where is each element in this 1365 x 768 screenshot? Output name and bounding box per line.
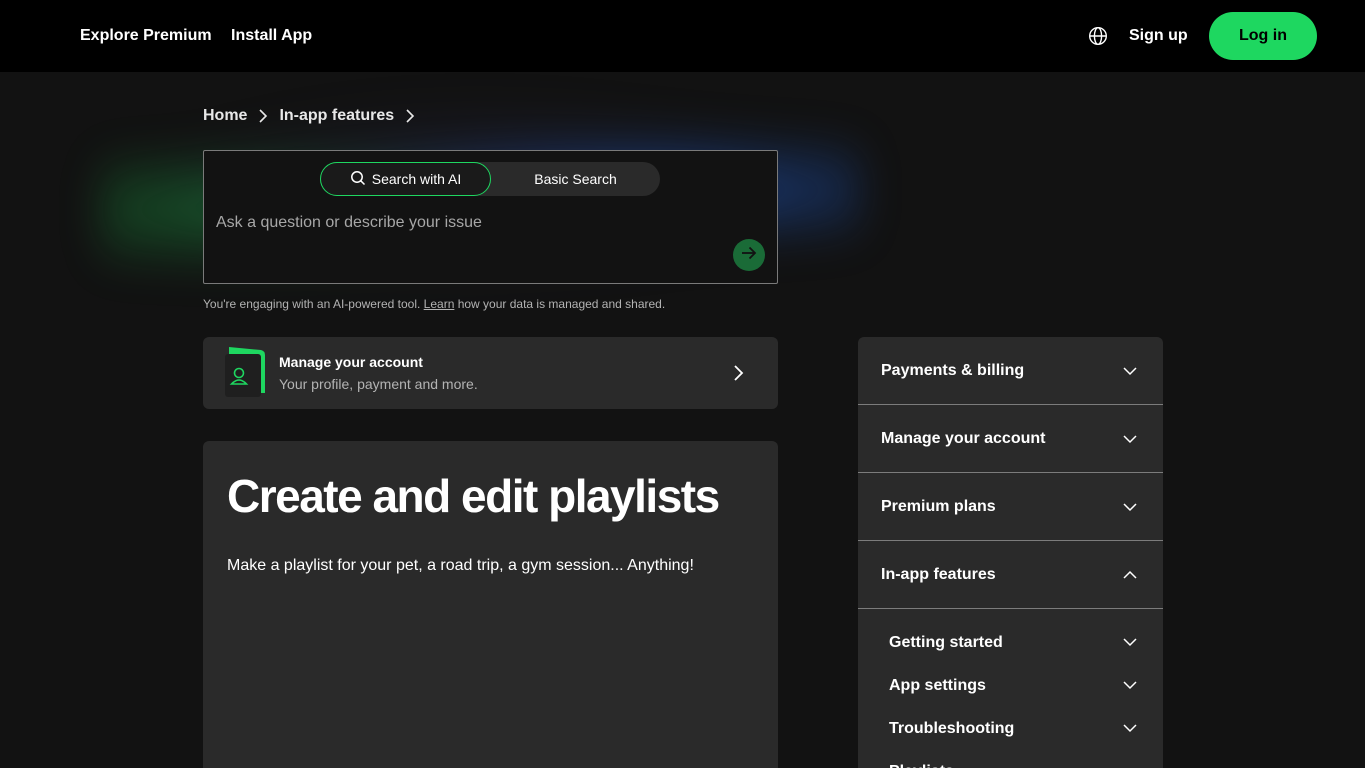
search-with-ai-label: Search with AI — [371, 171, 462, 187]
top-nav: Explore Premium Install App Sign up Log … — [0, 0, 1365, 72]
disclaimer-text-before: You're engaging with an AI-powered tool. — [203, 297, 424, 311]
sidebar-item-payments-billing[interactable]: Payments & billing — [858, 337, 1163, 405]
chevron-down-icon — [1123, 635, 1137, 649]
sidebar-subitem-getting-started[interactable]: Getting started — [858, 621, 1163, 664]
manage-account-card[interactable]: Manage your account Your profile, paymen… — [203, 337, 778, 409]
sidebar-subitem-troubleshooting[interactable]: Troubleshooting — [858, 707, 1163, 750]
chevron-down-icon — [1123, 500, 1137, 514]
sidebar-item-in-app-features[interactable]: In-app features — [858, 541, 1163, 609]
log-in-button[interactable]: Log in — [1209, 12, 1317, 60]
chevron-right-icon — [404, 108, 416, 124]
chevron-down-icon — [1123, 721, 1137, 735]
install-app-link[interactable]: Install App — [231, 0, 312, 72]
sign-up-link[interactable]: Sign up — [1129, 0, 1188, 72]
learn-link[interactable]: Learn — [424, 297, 455, 311]
sidebar-item-manage-account[interactable]: Manage your account — [858, 405, 1163, 473]
arrow-right-icon — [740, 244, 758, 267]
breadcrumb-home[interactable]: Home — [203, 107, 247, 125]
chevron-down-icon — [1123, 678, 1137, 692]
basic-search-tab[interactable]: Basic Search — [491, 162, 660, 196]
sidebar-subitem-label: Playlists — [889, 750, 954, 768]
sidebar-subitem-app-settings[interactable]: App settings — [858, 664, 1163, 707]
sidebar-subitem-label: App settings — [889, 677, 986, 694]
search-input[interactable] — [216, 211, 716, 235]
chevron-right-icon — [731, 364, 745, 382]
card-subtitle: Your profile, payment and more. — [279, 376, 478, 392]
sidebar-subitem-label: Troubleshooting — [889, 720, 1015, 737]
user-icon — [225, 347, 267, 397]
disclaimer-text-after: how your data is managed and shared. — [454, 297, 666, 311]
explore-premium-link[interactable]: Explore Premium — [80, 0, 212, 72]
chevron-up-icon — [1123, 568, 1137, 582]
sidebar-subitem-playlists[interactable]: Playlists — [858, 750, 1163, 768]
help-sidebar: Payments & billing Manage your account P… — [858, 337, 1163, 768]
sidebar-subitem-label: Getting started — [889, 634, 1003, 651]
article-intro: Make a playlist for your pet, a road tri… — [227, 557, 694, 574]
ai-disclaimer: You're engaging with an AI-powered tool.… — [203, 297, 665, 311]
chevron-down-icon — [1123, 432, 1137, 446]
sidebar-item-label: Payments & billing — [881, 362, 1025, 379]
submit-search-button[interactable] — [733, 239, 765, 271]
chevron-right-icon — [257, 108, 269, 124]
breadcrumb-in-app-features[interactable]: In-app features — [279, 107, 394, 125]
sidebar-item-label: In-app features — [881, 566, 996, 583]
globe-icon[interactable] — [1088, 26, 1108, 46]
chevron-down-icon — [1123, 364, 1137, 378]
card-title: Manage your account — [279, 354, 423, 370]
basic-search-label: Basic Search — [534, 171, 617, 187]
sidebar-item-label: Premium plans — [881, 498, 996, 515]
search-icon — [350, 170, 366, 189]
page-title: Create and edit playlists — [227, 470, 720, 522]
search-box: Search with AI Basic Search — [203, 150, 778, 284]
breadcrumb: Home In-app features — [203, 104, 416, 128]
sidebar-item-label: Manage your account — [881, 430, 1046, 447]
article-panel: Create and edit playlists Make a playlis… — [203, 441, 778, 768]
search-with-ai-tab[interactable]: Search with AI — [320, 162, 491, 196]
sidebar-item-premium-plans[interactable]: Premium plans — [858, 473, 1163, 541]
search-mode-toggle: Search with AI Basic Search — [320, 162, 660, 196]
